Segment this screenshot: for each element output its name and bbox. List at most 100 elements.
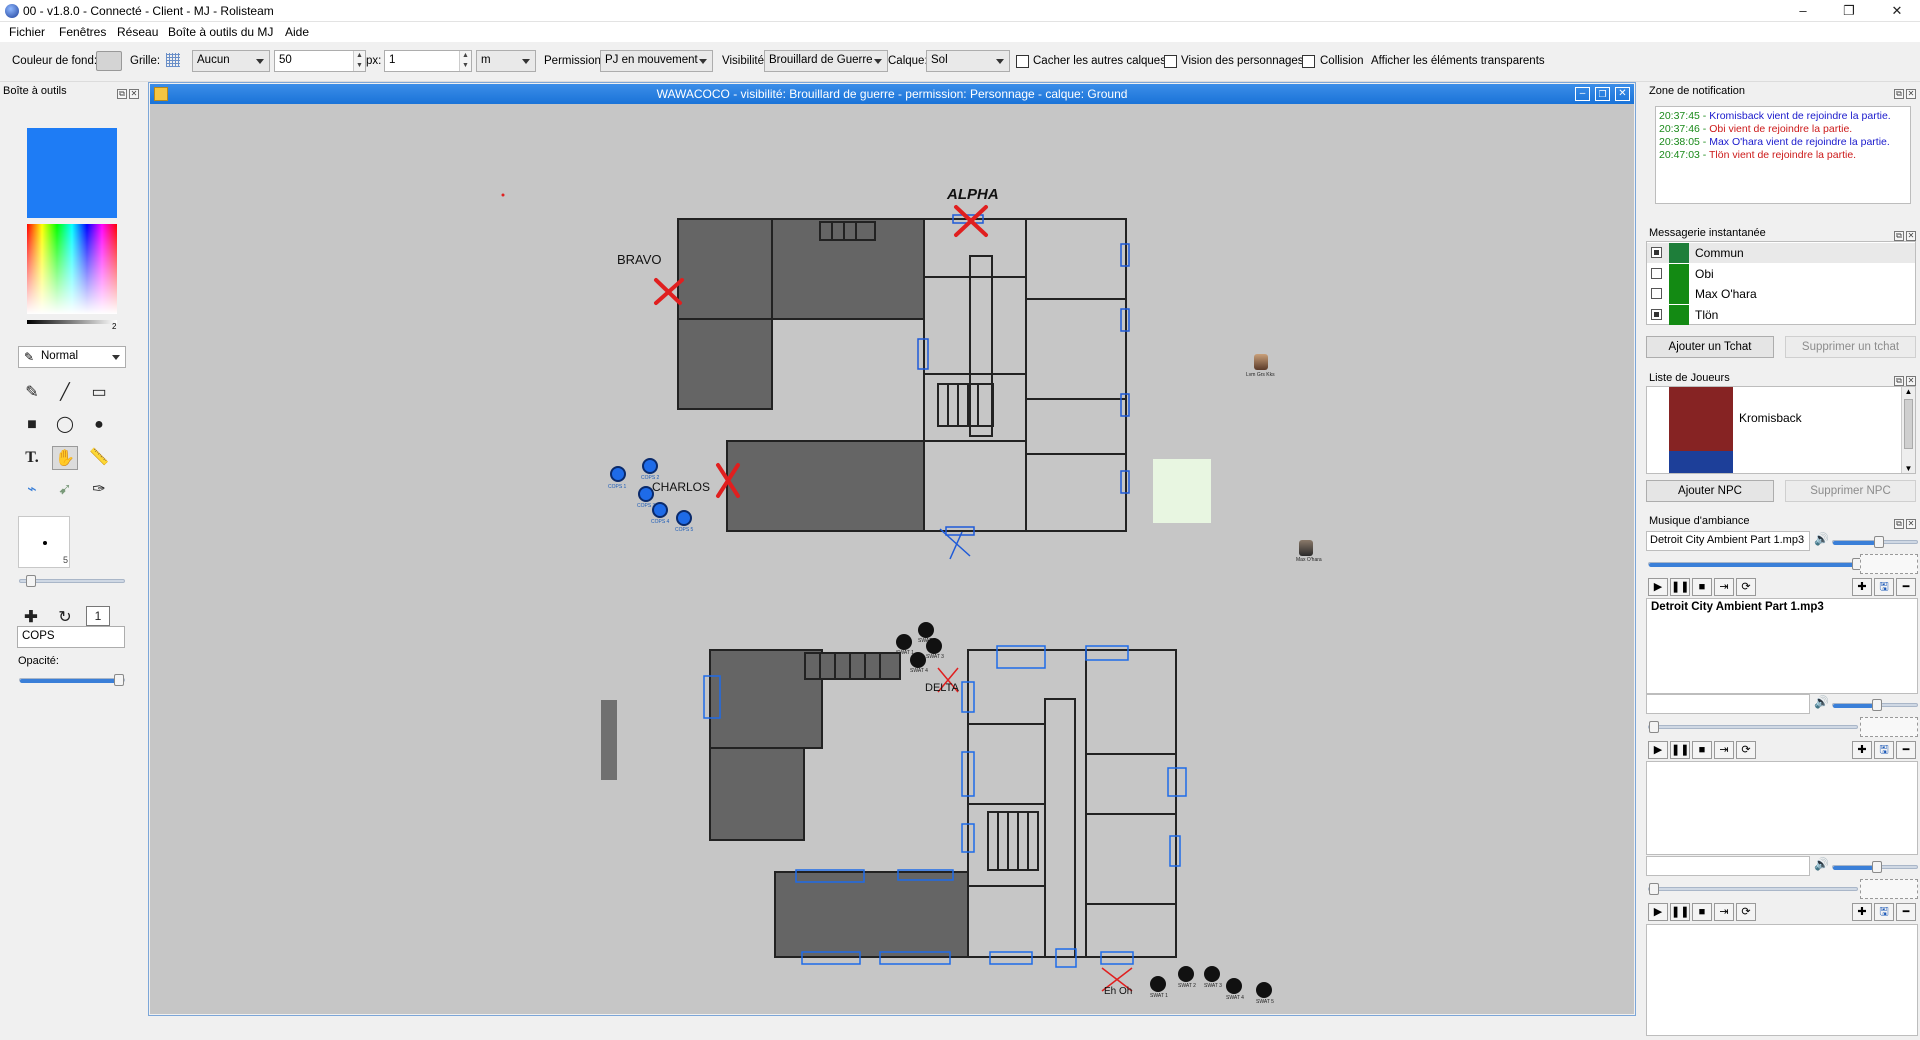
add-track-icon[interactable]: ✚: [1852, 741, 1872, 759]
add-track-icon[interactable]: ✚: [1852, 903, 1872, 921]
char-vision-checkbox[interactable]: [1164, 55, 1177, 68]
float-icon[interactable]: ⧉: [1894, 231, 1904, 241]
npc-token-swat[interactable]: [1150, 976, 1166, 992]
map-maximize-button[interactable]: ❐: [1595, 87, 1610, 101]
chat-row[interactable]: Max O'hara: [1647, 284, 1915, 304]
save-playlist-icon[interactable]: 🖫: [1874, 578, 1894, 596]
npc-token-swat[interactable]: [1178, 966, 1194, 982]
grid-type-select[interactable]: Aucun: [192, 50, 270, 72]
next-mode-icon[interactable]: ⇥: [1714, 578, 1734, 596]
add-track-icon[interactable]: ✚: [1852, 578, 1872, 596]
scroll-thumb[interactable]: [1904, 399, 1913, 449]
float-icon[interactable]: ⧉: [117, 89, 127, 99]
permission-select[interactable]: PJ en mouvement: [600, 50, 713, 72]
path-tool-icon[interactable]: ⌁: [19, 478, 45, 502]
stop-icon[interactable]: ■: [1692, 903, 1712, 921]
npc-token-cops[interactable]: [638, 486, 654, 502]
remove-track-icon[interactable]: ━: [1896, 903, 1916, 921]
player-token-avatar[interactable]: [1299, 540, 1313, 556]
notification-dock-buttons[interactable]: ⧉ ✕: [1894, 85, 1918, 99]
maximize-button[interactable]: ❐: [1826, 0, 1872, 22]
float-icon[interactable]: ⧉: [1894, 89, 1904, 99]
track-2-seek-handle[interactable]: [1649, 721, 1659, 733]
track-2-playlist[interactable]: [1646, 761, 1918, 855]
filled-ellipse-tool-icon[interactable]: ●: [86, 413, 112, 437]
chat-row[interactable]: Tlön: [1647, 304, 1915, 325]
npc-token-swat[interactable]: [1204, 966, 1220, 982]
save-playlist-icon[interactable]: 🖫: [1874, 741, 1894, 759]
ruler-tool-icon[interactable]: 📏: [86, 446, 112, 470]
save-playlist-icon[interactable]: 🖫: [1874, 903, 1894, 921]
empty-rect-tool-icon[interactable]: ▭: [86, 381, 112, 405]
close-icon[interactable]: ✕: [1906, 519, 1916, 529]
layer-select[interactable]: Sol: [926, 50, 1010, 72]
empty-ellipse-tool-icon[interactable]: ◯: [52, 413, 78, 437]
track-1-playlist[interactable]: Detroit City Ambient Part 1.mp3: [1646, 598, 1918, 694]
track-2-volume-handle[interactable]: [1872, 699, 1882, 711]
float-icon[interactable]: ⧉: [1894, 376, 1904, 386]
drawing-mode-select[interactable]: ✎ Normal: [18, 346, 126, 368]
grid-size-input[interactable]: 50 ▲ ▼: [274, 50, 366, 72]
player-token-avatar[interactable]: [1254, 354, 1268, 370]
play-icon[interactable]: ▶: [1648, 903, 1668, 921]
map-minimize-button[interactable]: –: [1575, 87, 1590, 101]
npc-token-swat[interactable]: [1226, 978, 1242, 994]
px-scale-input[interactable]: 1 ▲ ▼: [384, 50, 472, 72]
filled-rect-tool-icon[interactable]: ■: [19, 413, 45, 437]
chat-checkbox[interactable]: [1651, 267, 1662, 279]
add-chat-button[interactable]: Ajouter un Tchat: [1646, 336, 1774, 358]
pause-icon[interactable]: ❚❚: [1670, 903, 1690, 921]
track-3-volume-handle[interactable]: [1872, 861, 1882, 873]
npc-token-swat[interactable]: [896, 634, 912, 650]
chat-checkbox[interactable]: [1651, 308, 1662, 320]
stop-icon[interactable]: ■: [1692, 578, 1712, 596]
float-icon[interactable]: ⧉: [1894, 519, 1904, 529]
play-icon[interactable]: ▶: [1648, 578, 1668, 596]
npc-token-swat[interactable]: [910, 652, 926, 668]
npc-token-swat[interactable]: [926, 638, 942, 654]
show-transparent-label[interactable]: Afficher les éléments transparents: [1371, 55, 1545, 67]
music-dock-buttons[interactable]: ⧉ ✕: [1894, 515, 1918, 529]
close-icon[interactable]: ✕: [1906, 231, 1916, 241]
label-eh-oh[interactable]: Eh Oh: [1104, 986, 1132, 997]
map-close-button[interactable]: ✕: [1615, 87, 1630, 101]
hide-layers-checkbox[interactable]: [1016, 55, 1029, 68]
chat-checkbox[interactable]: [1651, 247, 1662, 258]
next-mode-icon[interactable]: ⇥: [1714, 741, 1734, 759]
chat-row[interactable]: Obi: [1647, 263, 1915, 284]
grayscale-bar[interactable]: [27, 320, 117, 324]
npc-token-cops[interactable]: [610, 466, 626, 482]
color-picker-tool-icon[interactable]: ✑: [86, 478, 112, 502]
npc-token-cops[interactable]: [642, 458, 658, 474]
hand-tool-icon[interactable]: ✋: [52, 446, 78, 470]
chat-row[interactable]: Commun: [1647, 243, 1915, 263]
volume-icon[interactable]: 🔊: [1814, 857, 1829, 871]
number-icon[interactable]: 1: [86, 606, 110, 626]
pen-tool-icon[interactable]: ✎: [19, 381, 45, 405]
close-icon[interactable]: ✕: [129, 89, 139, 99]
minimize-button[interactable]: –: [1780, 0, 1826, 22]
npc-token-swat[interactable]: [918, 622, 934, 638]
map-canvas[interactable]: ALPHA BRAVO CHARLOS DELTA Eh Oh COPS 1 C…: [150, 104, 1634, 1014]
menu-reseau[interactable]: Réseau: [117, 25, 158, 39]
menu-aide[interactable]: Aide: [285, 25, 309, 39]
playlist-item[interactable]: Detroit City Ambient Part 1.mp3: [1651, 601, 1824, 613]
track-3-seek[interactable]: [1648, 887, 1858, 891]
npc-token-cops[interactable]: [652, 502, 668, 518]
add-npc-button[interactable]: Ajouter NPC: [1646, 480, 1774, 502]
visibility-select[interactable]: Brouillard de Guerre: [764, 50, 888, 72]
close-icon[interactable]: ✕: [1906, 89, 1916, 99]
loop-icon[interactable]: ⟳: [1736, 578, 1756, 596]
label-charlos[interactable]: CHARLOS: [652, 480, 710, 494]
label-delta[interactable]: DELTA: [925, 682, 959, 694]
pause-icon[interactable]: ❚❚: [1670, 741, 1690, 759]
players-dock-buttons[interactable]: ⧉ ✕: [1894, 372, 1918, 386]
remove-npc-button[interactable]: Supprimer NPC: [1785, 480, 1916, 502]
unit-select[interactable]: m: [476, 50, 536, 72]
grid-size-spinner-icon[interactable]: ▲ ▼: [353, 51, 365, 71]
next-mode-icon[interactable]: ⇥: [1714, 903, 1734, 921]
chat-dock-buttons[interactable]: ⧉ ✕: [1894, 227, 1918, 241]
npc-token-cops[interactable]: [676, 510, 692, 526]
text-tool-icon[interactable]: T.: [19, 446, 45, 470]
bg-color-swatch[interactable]: [96, 51, 122, 71]
